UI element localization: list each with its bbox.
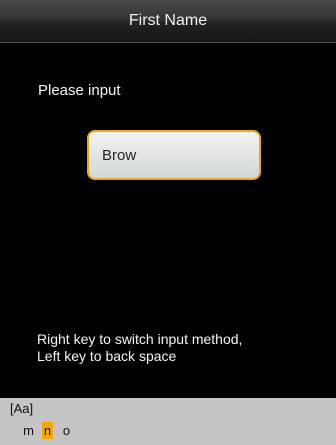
- first-name-input-value: Brow: [102, 146, 137, 164]
- page-title: First Name: [128, 12, 208, 29]
- title-bar: First Name: [0, 0, 336, 43]
- first-name-input[interactable]: Brow: [87, 130, 261, 180]
- candidate-letter-o[interactable]: o: [61, 422, 72, 439]
- input-mode-indicator[interactable]: [Aa]: [10, 401, 33, 416]
- input-prompt-label: Please input: [38, 82, 121, 99]
- device-screen: First Name Please input Brow Right key t…: [0, 0, 336, 445]
- instruction-text: Right key to switch input method, Left k…: [37, 331, 242, 365]
- instruction-line-2: Left key to back space: [37, 348, 177, 364]
- candidate-list: m n o: [23, 422, 72, 439]
- instruction-line-1: Right key to switch input method,: [37, 331, 243, 347]
- input-method-bar: [Aa] m n o: [0, 398, 336, 445]
- candidate-letter-n[interactable]: n: [42, 422, 53, 439]
- candidate-letter-m[interactable]: m: [23, 422, 34, 439]
